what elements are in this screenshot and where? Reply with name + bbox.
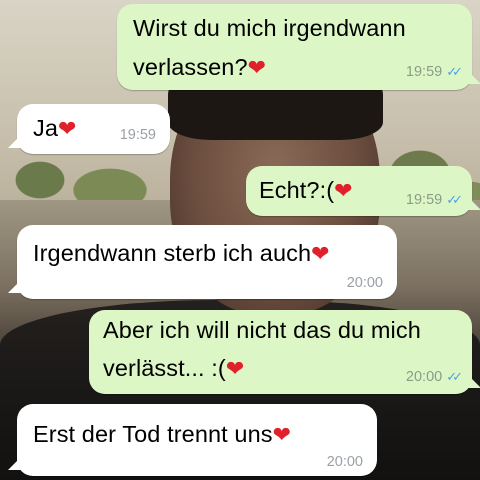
message-bubble-outgoing[interactable]: Wirst du mich irgendwann verlassen?❤ 19:… [117, 4, 472, 90]
heart-icon: ❤ [272, 422, 292, 447]
message-text: Ja❤ [33, 115, 77, 141]
message-text: verlässt... :(❤ [103, 355, 245, 381]
message-timestamp: 20:00 ✓✓ [405, 369, 463, 385]
heart-icon: ❤ [311, 241, 330, 266]
heart-icon: ❤ [225, 356, 245, 381]
message-bubble-incoming[interactable]: Irgendwann sterb ich auch❤ 20:00 [17, 225, 397, 299]
message-text: verlassen?❤ [133, 54, 267, 80]
double-check-icon: ✓✓ [446, 192, 463, 207]
message-text: Wirst du mich irgendwann [133, 15, 406, 41]
message-timestamp: 19:59 [119, 127, 156, 143]
message-bubble-incoming[interactable]: Erst der Tod trennt uns❤ 20:00 [17, 404, 377, 476]
message-text: Echt?:(❤ [259, 177, 353, 203]
message-text: Irgendwann sterb ich auch❤ [33, 240, 330, 266]
message-timestamp: 19:59 ✓✓ [405, 64, 463, 80]
message-timestamp: 19:59 ✓✓ [405, 192, 463, 208]
heart-icon: ❤ [247, 55, 267, 80]
message-bubble-outgoing[interactable]: Aber ich will nicht das du mich verlässt… [89, 310, 472, 394]
message-timestamp: 20:00 [326, 454, 363, 470]
message-text: Aber ich will nicht das du mich [103, 317, 421, 343]
message-text: Erst der Tod trennt uns❤ [33, 421, 292, 447]
double-check-icon: ✓✓ [446, 369, 463, 384]
message-bubble-outgoing[interactable]: Echt?:(❤ 19:59 ✓✓ [246, 166, 472, 216]
heart-icon: ❤ [334, 178, 353, 203]
heart-icon: ❤ [58, 116, 77, 141]
double-check-icon: ✓✓ [446, 64, 463, 79]
message-timestamp: 20:00 [346, 275, 383, 291]
message-bubble-incoming[interactable]: Ja❤ 19:59 [17, 104, 170, 154]
